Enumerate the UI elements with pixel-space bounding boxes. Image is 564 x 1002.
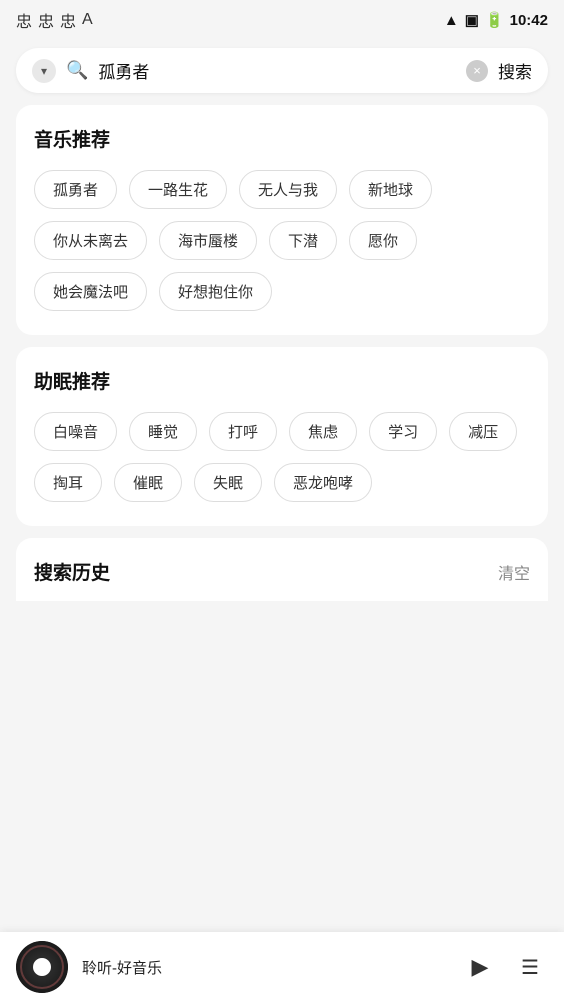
status-right: ▲ ▣ 🔋 10:42 — [444, 11, 548, 29]
sleep-tag[interactable]: 恶龙咆哮 — [274, 463, 372, 502]
music-tag[interactable]: 一路生花 — [129, 170, 227, 209]
sleep-tags-grid: 白噪音睡觉打呼焦虑学习减压掏耳催眠失眠恶龙咆哮 — [34, 412, 530, 502]
battery-icon: 🔋 — [485, 11, 504, 29]
search-input[interactable]: 孤勇者 — [98, 58, 456, 83]
sleep-tag[interactable]: 打呼 — [209, 412, 277, 451]
search-clear-button[interactable]: × — [466, 60, 488, 82]
wifi-icon: ▲ — [444, 12, 459, 29]
sleep-section-title: 助眠推荐 — [34, 367, 530, 394]
player-track-name: 聆听-好音乐 — [82, 957, 448, 978]
music-tag[interactable]: 孤勇者 — [34, 170, 117, 209]
sleep-tag[interactable]: 催眠 — [114, 463, 182, 502]
notify-icon-2: 忠 — [38, 8, 54, 32]
history-section: 搜索历史 清空 — [16, 538, 548, 601]
music-tag[interactable]: 无人与我 — [239, 170, 337, 209]
player-play-button[interactable]: ▶ — [462, 949, 498, 985]
sleep-tag[interactable]: 学习 — [369, 412, 437, 451]
album-art — [16, 941, 68, 993]
music-tag[interactable]: 她会魔法吧 — [34, 272, 147, 311]
music-tag[interactable]: 愿你 — [349, 221, 417, 260]
sleep-tag[interactable]: 掏耳 — [34, 463, 102, 502]
sleep-tag[interactable]: 睡觉 — [129, 412, 197, 451]
music-section-title: 音乐推荐 — [34, 125, 530, 152]
music-tag[interactable]: 你从未离去 — [34, 221, 147, 260]
notify-icon-1: 忠 — [16, 8, 32, 32]
vinyl-decoration — [20, 945, 64, 989]
status-bar: 忠 忠 忠 A ▲ ▣ 🔋 10:42 — [0, 0, 564, 40]
history-title: 搜索历史 — [34, 558, 110, 585]
sleep-tag[interactable]: 失眠 — [194, 463, 262, 502]
sleep-tag[interactable]: 减压 — [449, 412, 517, 451]
sleep-tag[interactable]: 白噪音 — [34, 412, 117, 451]
music-recommendation-section: 音乐推荐 孤勇者一路生花无人与我新地球你从未离去海市蜃楼下潜愿你她会魔法吧好想抱… — [16, 105, 548, 335]
bottom-player: 聆听-好音乐 ▶ ☰ — [0, 932, 564, 1002]
music-tag[interactable]: 下潜 — [269, 221, 337, 260]
search-icon: 🔍 — [66, 60, 88, 81]
notify-icon-4: A — [82, 11, 93, 29]
search-dropdown-button[interactable] — [32, 59, 56, 83]
music-tags-grid: 孤勇者一路生花无人与我新地球你从未离去海市蜃楼下潜愿你她会魔法吧好想抱住你 — [34, 170, 530, 311]
search-submit-button[interactable]: 搜索 — [498, 58, 532, 83]
search-bar: 🔍 孤勇者 × 搜索 — [16, 48, 548, 93]
time-display: 10:42 — [510, 12, 548, 29]
signal-icon: ▣ — [465, 11, 479, 29]
status-icons: 忠 忠 忠 A — [16, 8, 93, 32]
player-playlist-button[interactable]: ☰ — [512, 949, 548, 985]
sleep-tag[interactable]: 焦虑 — [289, 412, 357, 451]
notify-icon-3: 忠 — [60, 8, 76, 32]
music-tag[interactable]: 好想抱住你 — [159, 272, 272, 311]
music-tag[interactable]: 海市蜃楼 — [159, 221, 257, 260]
history-clear-button[interactable]: 清空 — [498, 560, 530, 584]
sleep-recommendation-section: 助眠推荐 白噪音睡觉打呼焦虑学习减压掏耳催眠失眠恶龙咆哮 — [16, 347, 548, 526]
music-tag[interactable]: 新地球 — [349, 170, 432, 209]
